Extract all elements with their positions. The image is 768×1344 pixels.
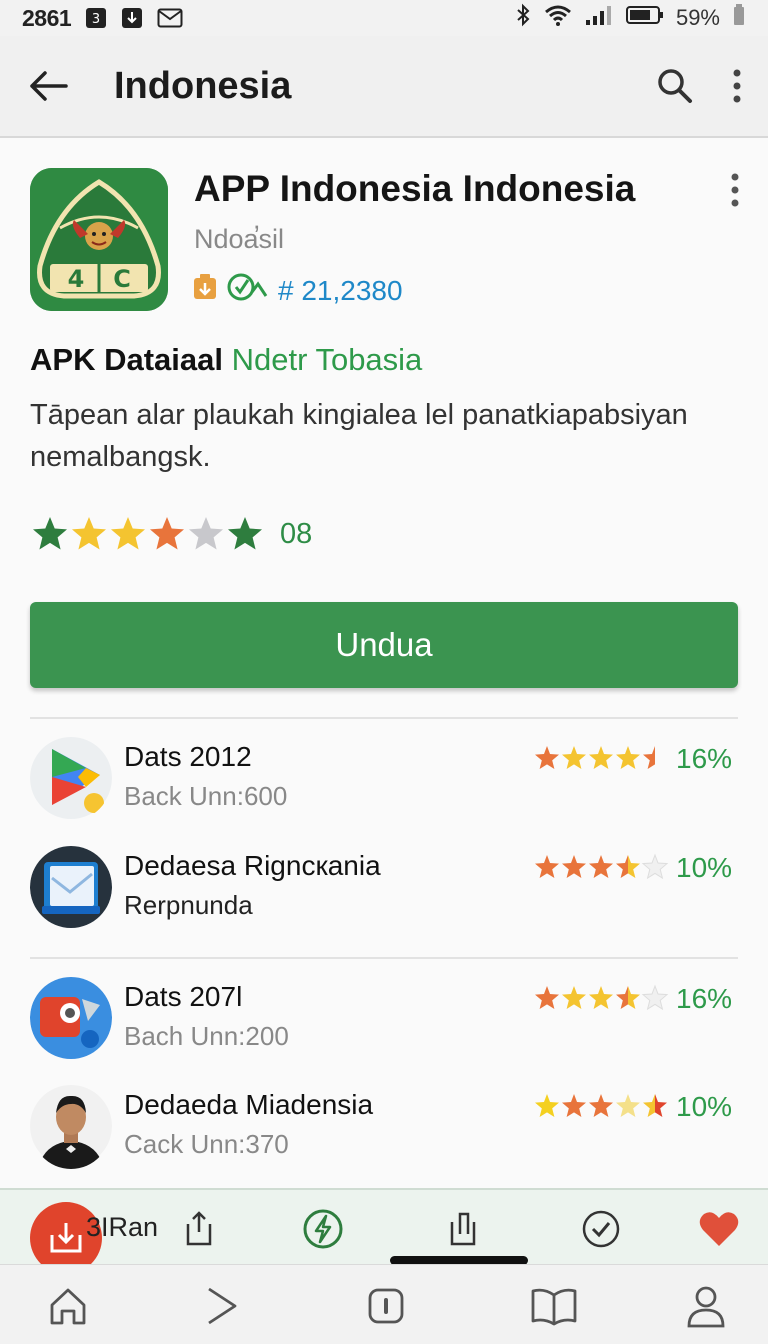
share-icon bbox=[186, 1211, 212, 1246]
divider bbox=[30, 717, 738, 719]
list-item-subtitle: Rerpnunda bbox=[124, 890, 253, 920]
svg-text:4: 4 bbox=[68, 265, 85, 293]
app-bar: Indonesia bbox=[0, 36, 768, 138]
list-item-rating: 10% bbox=[534, 852, 732, 884]
search-icon bbox=[658, 69, 692, 103]
section-title-main: APK Dataiaal bbox=[30, 342, 223, 377]
upload-button[interactable] bbox=[440, 1206, 486, 1252]
nav-home[interactable] bbox=[42, 1281, 94, 1331]
nav-library[interactable] bbox=[528, 1281, 580, 1331]
star-rating-icon bbox=[535, 984, 669, 1011]
more-vert-icon bbox=[731, 173, 739, 207]
nav-forward[interactable] bbox=[196, 1281, 248, 1331]
chevron-right-icon bbox=[208, 1287, 237, 1325]
list-item-rating: 10% bbox=[534, 1091, 732, 1123]
mail-icon bbox=[157, 8, 183, 28]
verified-icon bbox=[226, 272, 270, 309]
upload-icon bbox=[450, 1212, 476, 1246]
page-title: Indonesia bbox=[114, 64, 292, 107]
list-item-subtitle: Bach Unn:200 bbox=[124, 1021, 289, 1051]
list-item[interactable]: Dedaesa Rigncкania Rerpnunda 10% bbox=[0, 844, 768, 944]
bluetooth-icon bbox=[514, 3, 532, 33]
app-overflow-button[interactable] bbox=[718, 170, 752, 210]
book-icon bbox=[531, 1288, 577, 1326]
check-button[interactable] bbox=[578, 1206, 624, 1252]
list-item-percent: 10% bbox=[676, 1091, 733, 1122]
bottom-action-bar: 3IRan bbox=[0, 1188, 768, 1274]
app-name: APP Indonesia Indonesia bbox=[194, 168, 636, 209]
list-item[interactable]: Dats 2012 Back Unn:600 16% bbox=[0, 735, 768, 835]
list-item-percent: 16% bbox=[676, 983, 733, 1014]
flash-button[interactable] bbox=[300, 1206, 346, 1252]
wifi-icon bbox=[544, 4, 572, 32]
overflow-menu-button[interactable] bbox=[706, 35, 768, 137]
package-icon bbox=[192, 273, 218, 308]
divider bbox=[30, 957, 738, 959]
battery-percent: 59% bbox=[675, 5, 720, 30]
back-button[interactable] bbox=[0, 35, 96, 137]
bottom-nav bbox=[0, 1264, 768, 1344]
list-item-title: Dats 2012 bbox=[124, 741, 252, 772]
app-developer: Ndoa̕sil bbox=[194, 224, 285, 254]
battery-level-icon bbox=[732, 4, 746, 32]
svg-text:3: 3 bbox=[92, 12, 100, 27]
square-icon bbox=[368, 1288, 404, 1324]
tools-app-icon bbox=[30, 975, 112, 1061]
share-button[interactable] bbox=[176, 1206, 222, 1252]
install-count: # 21,2380 bbox=[278, 274, 403, 306]
list-item-subtitle: Cack Unn:370 bbox=[124, 1129, 289, 1159]
person-icon bbox=[687, 1286, 725, 1328]
rating-count: 08 bbox=[280, 517, 313, 550]
star-rating-icon bbox=[535, 1094, 667, 1117]
more-vert-icon bbox=[733, 69, 741, 103]
check-circle-icon bbox=[582, 1210, 620, 1248]
star-rating-icon bbox=[33, 517, 262, 550]
search-button[interactable] bbox=[644, 35, 706, 137]
fab-label: 3IRan bbox=[86, 1212, 159, 1242]
status-bar: 2861 3 59% bbox=[0, 0, 768, 36]
list-item-rating: 16% bbox=[534, 983, 732, 1015]
section-title-accent: Ndetr Tobasia bbox=[231, 342, 423, 377]
avatar bbox=[30, 1083, 112, 1169]
list-item[interactable]: Dedaeda Miadensia Cack Unn:370 10% bbox=[0, 1083, 768, 1183]
svg-text:C: C bbox=[113, 265, 131, 293]
arrow-left-icon bbox=[30, 71, 68, 101]
app-meta: # 21,2380 bbox=[192, 272, 403, 309]
favorite-button[interactable] bbox=[696, 1206, 742, 1252]
download-button[interactable]: Undua bbox=[30, 602, 738, 688]
lightning-icon bbox=[303, 1209, 343, 1249]
home-icon bbox=[50, 1288, 86, 1325]
docs-app-icon bbox=[30, 844, 112, 930]
list-item-subtitle: Back Unn:600 bbox=[124, 781, 288, 811]
nav-profile[interactable] bbox=[680, 1281, 732, 1331]
list-item-title: Dedaeda Miadensia bbox=[124, 1089, 374, 1120]
list-item-percent: 16% bbox=[676, 743, 733, 774]
list-item-rating: 16% bbox=[534, 743, 732, 775]
heart-icon bbox=[699, 1212, 739, 1246]
signal-icon bbox=[584, 4, 614, 32]
list-item[interactable]: Dats 207l Bach Unn:200 16% bbox=[0, 975, 768, 1075]
section-title: APK Dataiaal Ndetr Tobasia bbox=[30, 342, 422, 378]
nav-overview[interactable] bbox=[360, 1281, 412, 1331]
notification-icon: 3 bbox=[85, 7, 107, 29]
download-icon bbox=[121, 7, 143, 29]
battery-icon bbox=[625, 5, 664, 31]
app-rating: 08 bbox=[30, 514, 312, 554]
star-rating-icon bbox=[535, 746, 655, 769]
app-logo-icon[interactable]: 4 C bbox=[30, 168, 168, 311]
status-time: 2861 bbox=[22, 4, 72, 31]
star-rating-icon bbox=[535, 853, 669, 880]
inbox-download-icon bbox=[50, 1223, 82, 1253]
list-item-title: Dedaesa Rigncкania bbox=[124, 850, 381, 881]
play-store-icon bbox=[30, 735, 112, 821]
app-description: Tāpean alar plaukah kingialeа lel panatk… bbox=[30, 399, 688, 473]
list-item-title: Dats 207l bbox=[124, 981, 243, 1012]
list-item-percent: 10% bbox=[676, 852, 733, 883]
